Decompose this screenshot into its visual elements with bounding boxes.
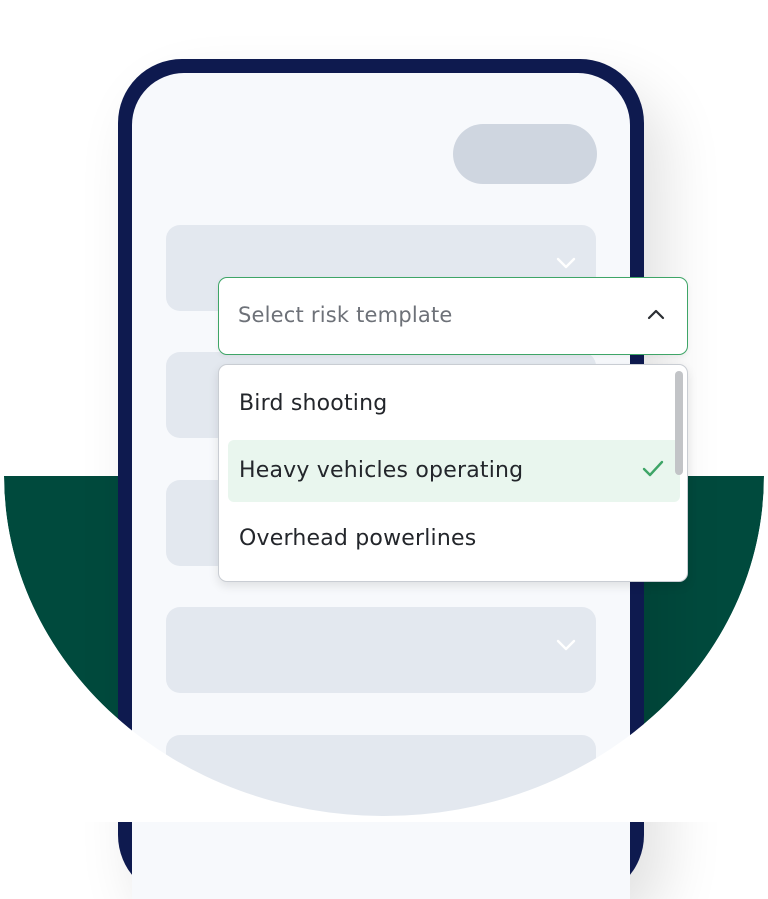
placeholder-button	[453, 124, 597, 184]
option-label: Overhead powerlines	[239, 526, 477, 551]
chevron-down-icon	[556, 639, 576, 651]
placeholder-field-5	[166, 735, 596, 821]
option-label: Heavy vehicles operating	[239, 458, 524, 483]
check-icon	[642, 460, 664, 477]
chevron-down-icon	[556, 257, 576, 269]
placeholder-field-4	[166, 607, 596, 693]
scrollbar-thumb[interactable]	[675, 371, 683, 475]
chevron-up-icon[interactable]	[647, 308, 665, 320]
option-item-selected[interactable]: Heavy vehicles operating	[228, 440, 680, 502]
option-item[interactable]: Overhead powerlines	[228, 508, 680, 570]
option-label: Bird shooting	[239, 391, 388, 416]
option-item[interactable]: Bird shooting	[228, 373, 680, 435]
risk-template-select[interactable]: Select risk template	[218, 277, 688, 355]
risk-template-options: Bird shooting Heavy vehicles operating O…	[218, 364, 688, 582]
select-placeholder: Select risk template	[238, 303, 453, 327]
